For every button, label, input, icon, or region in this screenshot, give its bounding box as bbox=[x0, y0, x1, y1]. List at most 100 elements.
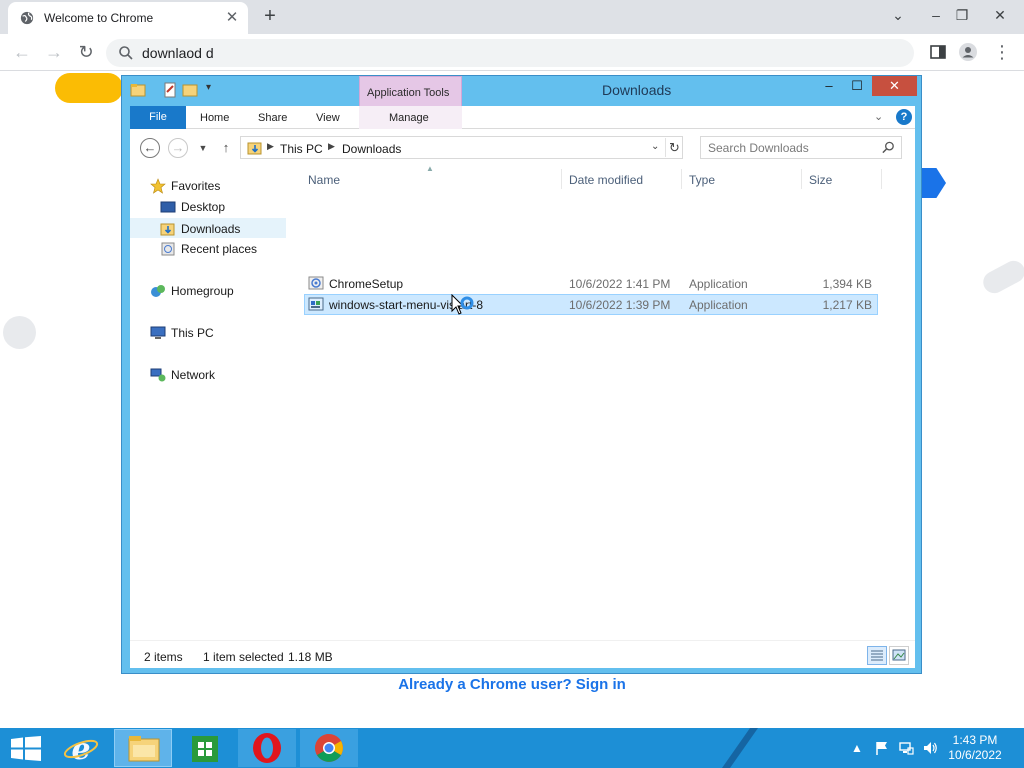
minimize-button[interactable]: – bbox=[922, 2, 950, 28]
nav-desktop-label: Desktop bbox=[181, 200, 226, 214]
file-date: 10/6/2022 1:41 PM bbox=[569, 277, 671, 291]
decorative-yellow-shape bbox=[55, 73, 123, 103]
file-name: ChromeSetup bbox=[329, 277, 404, 291]
up-arrow-button[interactable]: ↑ bbox=[216, 138, 236, 158]
side-panel-icon[interactable] bbox=[928, 42, 948, 62]
tab-file[interactable]: File bbox=[130, 106, 186, 129]
file-row-windows-start-menu-vistart-8[interactable]: windows-start-menu-vistart-8 10/6/2022 1… bbox=[304, 294, 878, 315]
navigation-bar: ← → ▼ ↑ ▶ This PC ▶ Downloads ⌄ ↻ bbox=[130, 129, 915, 167]
taskbar-decoration bbox=[700, 728, 760, 768]
column-divider[interactable] bbox=[801, 169, 802, 189]
column-header-date[interactable]: Date modified bbox=[565, 167, 681, 191]
nav-recent-places[interactable]: Recent places bbox=[130, 239, 286, 259]
folder-app-icon bbox=[130, 84, 146, 97]
search-downloads-box[interactable] bbox=[700, 136, 902, 159]
nav-this-pc[interactable]: This PC bbox=[130, 323, 286, 343]
breadcrumb-downloads[interactable]: Downloads bbox=[342, 142, 401, 156]
column-divider[interactable] bbox=[881, 169, 882, 189]
clock-time: 1:43 PM bbox=[952, 733, 998, 747]
search-icon[interactable] bbox=[881, 140, 896, 155]
column-header-size[interactable]: Size bbox=[805, 167, 881, 191]
close-window-button[interactable]: ✕ bbox=[986, 2, 1014, 28]
downloads-folder-icon bbox=[160, 223, 175, 236]
taskbar-store[interactable] bbox=[176, 729, 234, 767]
omnibox-text[interactable]: downlaod d bbox=[142, 45, 214, 61]
show-hidden-icons-icon[interactable]: ▲ bbox=[849, 740, 865, 756]
store-icon bbox=[192, 736, 218, 762]
breadcrumb-separator-icon[interactable]: ▶ bbox=[267, 141, 274, 152]
menu-kebab-icon[interactable]: ⋮ bbox=[990, 40, 1014, 64]
windows-taskbar: e ▲ 1:43 PM 10/6/2022 bbox=[0, 728, 1024, 768]
forward-button[interactable]: → bbox=[168, 138, 188, 158]
tab-view[interactable]: View bbox=[316, 112, 340, 124]
application-tools-tab: Application Tools bbox=[359, 76, 462, 106]
explorer-content: Favorites Desktop Downloads Recent place… bbox=[130, 164, 915, 640]
busy-cursor-icon bbox=[451, 294, 474, 315]
globe-icon bbox=[20, 11, 34, 25]
column-divider[interactable] bbox=[561, 169, 562, 189]
decorative-gray-pill bbox=[979, 256, 1024, 298]
tab-manage[interactable]: Manage bbox=[389, 112, 429, 124]
back-button[interactable]: ← bbox=[140, 138, 160, 158]
recent-locations-dropdown-icon[interactable]: ▼ bbox=[193, 138, 213, 158]
file-size: 1,394 KB bbox=[822, 277, 872, 291]
downloads-folder-icon bbox=[247, 142, 262, 155]
sign-in-link[interactable]: Already a Chrome user? Sign in bbox=[0, 676, 1024, 693]
restore-button[interactable]: ❐ bbox=[948, 2, 976, 28]
file-size: 1,217 KB bbox=[822, 298, 872, 312]
file-row-chromesetup[interactable]: ChromeSetup 10/6/2022 1:41 PM Applicatio… bbox=[304, 273, 878, 294]
column-header-name[interactable]: Name bbox=[304, 167, 562, 191]
explorer-minimize-button[interactable]: – bbox=[814, 77, 844, 97]
chrome-toolbar: ← → ↻ downlaod d ⋮ bbox=[0, 34, 1024, 71]
help-icon[interactable]: ? bbox=[896, 109, 912, 125]
network-tray-icon[interactable] bbox=[898, 740, 914, 756]
volume-icon[interactable] bbox=[922, 740, 938, 756]
tab-home[interactable]: Home bbox=[200, 112, 229, 124]
properties-icon[interactable] bbox=[162, 82, 178, 98]
tab-share[interactable]: Share bbox=[258, 112, 287, 124]
clock-date: 10/6/2022 bbox=[948, 748, 1002, 762]
nav-network[interactable]: Network bbox=[130, 365, 286, 385]
taskbar-opera[interactable] bbox=[238, 729, 296, 767]
explorer-maximize-button[interactable]: ☐ bbox=[842, 77, 872, 97]
refresh-icon[interactable]: ↻ bbox=[665, 138, 683, 157]
recent-places-icon bbox=[161, 242, 175, 256]
new-tab-button[interactable]: + bbox=[258, 4, 282, 28]
nav-homegroup[interactable]: Homegroup bbox=[130, 281, 286, 301]
omnibox[interactable]: downlaod d bbox=[106, 39, 914, 67]
profile-avatar-icon[interactable] bbox=[958, 42, 978, 62]
taskbar-file-explorer[interactable] bbox=[114, 729, 172, 767]
star-icon bbox=[150, 178, 166, 194]
details-view-button[interactable] bbox=[867, 646, 887, 665]
quick-access-dropdown-icon[interactable]: ▾ bbox=[206, 82, 211, 93]
decorative-blue-shape bbox=[922, 168, 946, 198]
back-arrow-icon[interactable]: ← bbox=[10, 40, 34, 64]
tab-search-chevron-icon[interactable]: ⌄ bbox=[884, 2, 912, 28]
desktop-icon bbox=[160, 201, 176, 213]
breadcrumb-separator-icon[interactable]: ▶ bbox=[328, 141, 335, 152]
reload-icon[interactable]: ↻ bbox=[74, 40, 98, 64]
column-header-type[interactable]: Type bbox=[685, 167, 801, 191]
new-folder-icon[interactable] bbox=[182, 82, 198, 98]
column-divider[interactable] bbox=[681, 169, 682, 189]
nav-downloads[interactable]: Downloads bbox=[130, 218, 286, 238]
tab-welcome-to-chrome[interactable]: Welcome to Chrome ✕ bbox=[8, 2, 248, 34]
nav-favorites[interactable]: Favorites bbox=[130, 176, 286, 196]
details-view-icon bbox=[871, 650, 883, 661]
breadcrumb-this-pc[interactable]: This PC bbox=[280, 142, 323, 156]
expand-ribbon-chevron-icon[interactable]: ⌄ bbox=[874, 110, 883, 123]
taskbar-chrome[interactable] bbox=[300, 729, 358, 767]
nav-desktop[interactable]: Desktop bbox=[130, 197, 286, 217]
search-input[interactable] bbox=[701, 137, 877, 158]
address-dropdown-icon[interactable]: ⌄ bbox=[651, 141, 659, 152]
large-icons-view-button[interactable] bbox=[889, 646, 909, 665]
opera-icon bbox=[253, 733, 281, 763]
tab-close-icon[interactable]: ✕ bbox=[224, 10, 240, 26]
explorer-close-button[interactable]: ✕ bbox=[872, 76, 917, 96]
taskbar-clock[interactable]: 1:43 PM 10/6/2022 bbox=[940, 733, 1010, 763]
action-center-flag-icon[interactable] bbox=[874, 740, 890, 756]
forward-arrow-icon[interactable]: → bbox=[42, 40, 66, 64]
taskbar-internet-explorer[interactable]: e bbox=[52, 729, 110, 767]
windows-start-icon[interactable] bbox=[10, 736, 42, 761]
address-bar[interactable]: ▶ This PC ▶ Downloads ⌄ ↻ bbox=[240, 136, 683, 159]
